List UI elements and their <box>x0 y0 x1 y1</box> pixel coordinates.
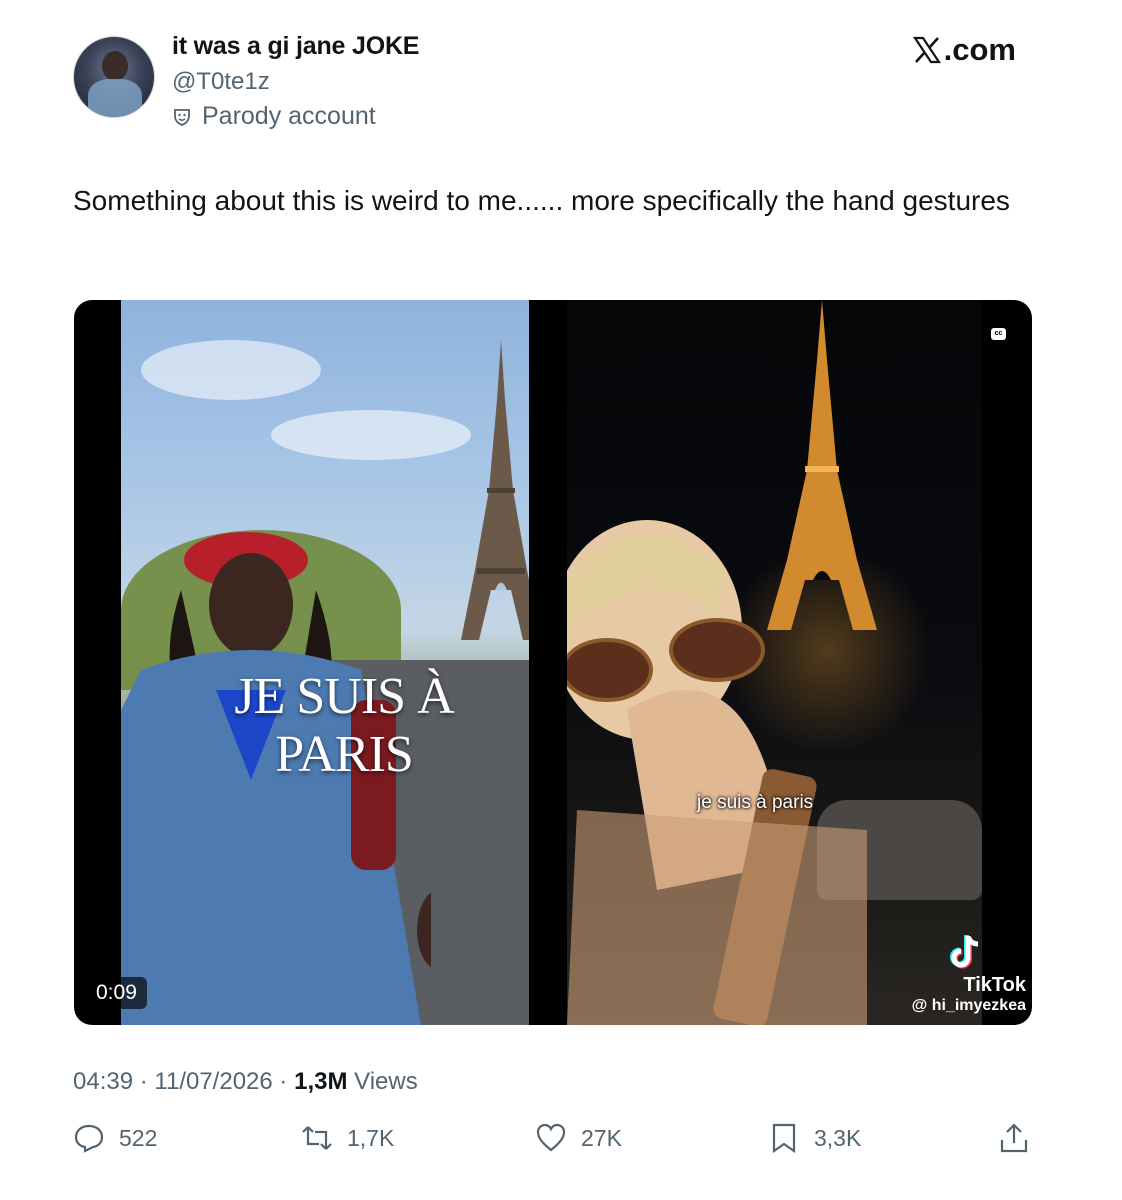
parody-label: Parody account <box>172 102 376 131</box>
captions-button[interactable]: cc <box>991 328 1006 340</box>
bookmark-count: 3,3K <box>814 1124 862 1151</box>
video-duration: 0:09 <box>86 977 147 1009</box>
cloud <box>141 340 321 400</box>
video-left-panel: JE SUIS À PARIS <box>121 300 529 1025</box>
repost-button[interactable]: 1,7K <box>301 1122 394 1154</box>
views-label: Views <box>354 1068 418 1095</box>
mask-icon <box>174 108 190 126</box>
share-icon <box>1000 1123 1028 1153</box>
bookmark-icon <box>772 1123 796 1154</box>
tweet-actions: 522 1,7K 27K 3,3K <box>73 1122 1033 1162</box>
x-logo-icon <box>912 36 941 64</box>
meta-separator: · <box>139 1068 148 1095</box>
repost-count: 1,7K <box>347 1124 395 1151</box>
video-overlay-title: JE SUIS À PARIS <box>234 668 454 783</box>
reply-button[interactable]: 522 <box>73 1122 157 1154</box>
eiffel-tower-day <box>461 340 529 640</box>
author-handle[interactable]: @T0te1z <box>172 68 270 96</box>
tweet-text: Something about this is weird to me.....… <box>73 185 1010 216</box>
meta-separator: · <box>279 1068 288 1095</box>
bookmark-button[interactable]: 3,3K <box>768 1122 861 1154</box>
brand-watermark: .com <box>912 32 1016 68</box>
heart-icon <box>536 1123 566 1152</box>
avatar-body <box>88 79 142 117</box>
author-display-name[interactable]: it was a gi jane JOKE <box>172 32 419 61</box>
tiktok-name: TikTok <box>963 974 1026 996</box>
tweet-time[interactable]: 04:39 <box>73 1068 133 1095</box>
views-count: 1,3M <box>294 1068 348 1095</box>
brand-text: .com <box>943 32 1016 67</box>
like-button[interactable]: 27K <box>535 1122 622 1154</box>
tweet-date[interactable]: 11/07/2026 <box>154 1068 272 1095</box>
tweet-meta: 04:39 · 11/07/2026 · 1,3M Views <box>73 1068 418 1096</box>
share-button[interactable] <box>998 1122 1030 1154</box>
reply-icon <box>74 1124 104 1153</box>
video-right-panel: je suis à paris <box>567 300 982 1025</box>
like-count: 27K <box>581 1124 622 1151</box>
avatar[interactable] <box>73 36 155 118</box>
avatar-face <box>102 51 128 81</box>
cloud <box>271 410 471 460</box>
parody-label-text: Parody account <box>202 102 376 130</box>
person-right <box>567 520 867 1025</box>
tiktok-watermark: TikTok @ hi_imyezkea <box>912 932 1026 1015</box>
repost-icon <box>302 1126 332 1150</box>
reply-count: 522 <box>119 1124 158 1151</box>
tiktok-handle: @ hi_imyezkea <box>911 997 1026 1014</box>
video-player[interactable]: JE SUIS ÀPARIS je suis à paris cc 0:09 <box>74 300 1032 1025</box>
video-caption: je suis à paris <box>697 792 814 813</box>
tiktok-icon <box>950 935 979 969</box>
